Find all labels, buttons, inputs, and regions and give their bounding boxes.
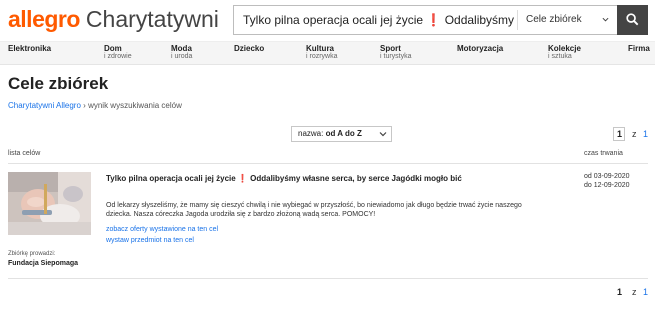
chevron-down-icon — [602, 17, 609, 22]
baby-photo-image — [8, 172, 91, 235]
divider — [8, 278, 648, 279]
nav-item-sublabel: i rozrywka — [306, 53, 338, 60]
allegro-charytatywni-logo[interactable]: allegro Charytatywni — [8, 5, 219, 33]
nav-item-label: Kultura — [306, 44, 334, 53]
nav-item-firma[interactable]: Firma — [628, 45, 650, 53]
nav-item-kolekcje[interactable]: Kolekcje i sztuka — [548, 45, 581, 61]
exclamation-icon: ❗ — [237, 174, 248, 183]
search-icon — [626, 13, 639, 26]
search-button[interactable] — [617, 5, 648, 35]
pagination-top: 1 z 1 — [613, 127, 648, 141]
list-item-for-goal-link[interactable]: wystaw przedmiot na ten cel — [106, 237, 194, 244]
nav-item-sublabel: i uroda — [171, 53, 193, 60]
organizer-label: Zbiórkę prowadzi: — [8, 251, 56, 257]
column-header-goals: lista celów — [8, 150, 41, 157]
date-from: od 03-09-2020 — [584, 173, 630, 180]
search-category-value: Cele zbiórek — [526, 14, 582, 25]
nav-item-label: Motoryzacja — [457, 44, 504, 53]
fundraiser-duration: od 03-09-2020 do 12-09-2020 — [584, 172, 630, 190]
breadcrumb-link-home[interactable]: Charytatywni Allegro — [8, 101, 81, 110]
nav-item-dziecko[interactable]: Dziecko — [234, 45, 264, 53]
fundraiser-description: Od lekarzy słyszeliśmy, że mamy się cies… — [106, 202, 522, 218]
breadcrumb-separator: › — [83, 101, 86, 110]
page-of-label: z — [631, 129, 637, 139]
nav-item-sublabel: i zdrowie — [104, 53, 132, 60]
page-current: 1 — [616, 287, 622, 297]
nav-item-sport[interactable]: Sport i turystyka — [380, 45, 412, 61]
nav-item-sublabel: i sztuka — [548, 53, 572, 60]
organizer-name: Fundacja Siepomaga — [8, 260, 79, 267]
nav-item-label: Sport — [380, 44, 401, 53]
nav-item-label: Elektronika — [8, 44, 52, 53]
fundraiser-title-end: Oddalibyśmy własne serca, by serce Jagód… — [250, 174, 462, 183]
page-number-input[interactable]: 1 — [613, 127, 626, 141]
category-nav: Elektronika Dom i zdrowie Moda i uroda D… — [0, 41, 655, 65]
fundraiser-thumbnail[interactable] — [8, 172, 91, 235]
sort-select[interactable]: nazwa: od A do Z — [291, 126, 392, 142]
pagination-bottom: 1 z 1 — [613, 286, 648, 300]
nav-item-label: Firma — [628, 44, 650, 53]
sort-value: od A do Z — [325, 129, 362, 138]
view-offers-link[interactable]: zobacz oferty wystawione na ten cel — [106, 226, 218, 233]
page-title: Cele zbiórek — [8, 74, 109, 93]
nav-item-label: Kolekcje — [548, 44, 581, 53]
nav-item-label: Dom — [104, 44, 122, 53]
sort-label: nazwa: — [298, 129, 324, 138]
column-header-duration: czas trwania — [584, 150, 623, 157]
page-of-label: z — [631, 287, 637, 297]
divider — [8, 163, 648, 164]
chevron-down-icon — [379, 132, 387, 137]
breadcrumb-current: wynik wyszukiwania celów — [88, 101, 182, 110]
nav-item-sublabel: i turystyka — [380, 53, 412, 60]
nav-item-moda[interactable]: Moda i uroda — [171, 45, 192, 61]
page-total-link[interactable]: 1 — [643, 129, 648, 139]
nav-item-label: Dziecko — [234, 44, 265, 53]
date-to: do 12-09-2020 — [584, 182, 630, 189]
breadcrumb: Charytatywni Allegro › wynik wyszukiwani… — [8, 101, 182, 110]
search-bar: Cele zbiórek — [233, 5, 648, 35]
nav-item-motoryzacja[interactable]: Motoryzacja — [457, 45, 503, 53]
logo-brand: allegro — [8, 6, 80, 32]
nav-item-label: Moda — [171, 44, 192, 53]
logo-sub: Charytatywni — [85, 6, 219, 32]
header: allegroCharytatywni Cele zbiórek — [0, 0, 655, 40]
search-category-select[interactable]: Cele zbiórek — [518, 6, 618, 34]
nav-item-dom[interactable]: Dom i zdrowie — [104, 45, 132, 61]
fundraiser-title-start: Tylko pilna operacja ocali jej życie — [106, 174, 236, 183]
nav-item-elektronika[interactable]: Elektronika — [8, 45, 51, 53]
search-input[interactable] — [234, 6, 516, 34]
page-total-link[interactable]: 1 — [643, 287, 648, 297]
nav-item-kultura[interactable]: Kultura i rozrywka — [306, 45, 338, 61]
fundraiser-title-link[interactable]: Tylko pilna operacja ocali jej życie ❗ O… — [106, 174, 462, 183]
